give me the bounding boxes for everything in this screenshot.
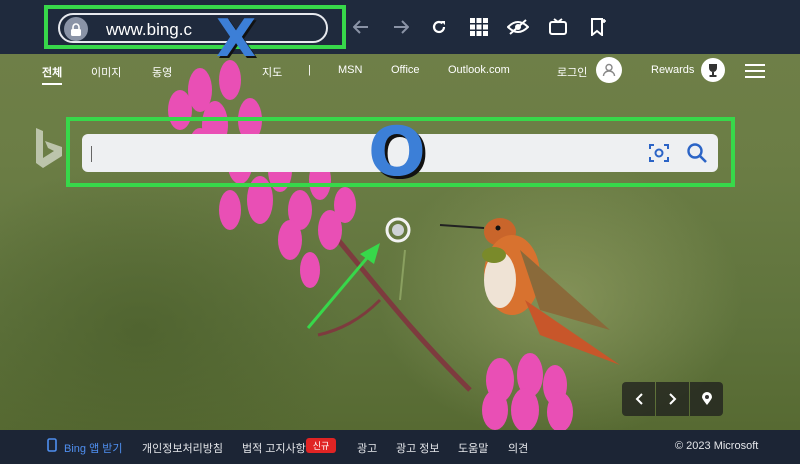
- footer-legal[interactable]: 법적 고지사항: [242, 440, 306, 456]
- visual-search-icon[interactable]: [648, 142, 670, 164]
- nav-divider: |: [308, 64, 311, 76]
- previous-image-icon[interactable]: [622, 382, 655, 416]
- next-image-icon[interactable]: [656, 382, 689, 416]
- nav-office[interactable]: Office: [391, 64, 420, 76]
- text-caret: [91, 146, 92, 162]
- bing-nav: 전체 이미지 동영 지도 | MSN Office Outlook.com 로그…: [0, 56, 800, 86]
- search-icon[interactable]: [686, 142, 708, 164]
- tv-icon[interactable]: [545, 14, 571, 40]
- apps-grid-icon[interactable]: [466, 14, 492, 40]
- bing-logo-icon: [34, 128, 64, 175]
- menu-icon[interactable]: [745, 64, 765, 78]
- lock-icon: [64, 17, 88, 41]
- phone-icon: [47, 438, 57, 457]
- hide-eye-icon[interactable]: [505, 14, 531, 40]
- back-icon[interactable]: [348, 14, 374, 40]
- refresh-icon[interactable]: [426, 14, 452, 40]
- footer-ad-info[interactable]: 광고 정보: [396, 440, 440, 456]
- rewards-link[interactable]: Rewards: [651, 64, 694, 76]
- nav-all[interactable]: 전체: [42, 64, 62, 80]
- nav-videos[interactable]: 동영: [152, 64, 172, 80]
- login-link[interactable]: 로그인: [557, 64, 587, 80]
- nav-active-indicator: [42, 83, 62, 85]
- url-bar-highlight: www.bing.c X: [44, 5, 346, 65]
- nav-maps[interactable]: 지도: [262, 64, 282, 80]
- copyright-text: © 2023 Microsoft: [675, 440, 759, 452]
- forward-icon[interactable]: [388, 14, 414, 40]
- nav-msn[interactable]: MSN: [338, 64, 362, 76]
- avatar-icon[interactable]: [596, 57, 622, 83]
- footer-ads[interactable]: 광고: [357, 440, 377, 456]
- nav-outlook[interactable]: Outlook.com: [448, 64, 510, 76]
- footer-help[interactable]: 도움말: [458, 440, 488, 456]
- url-text: www.bing.c: [106, 20, 192, 39]
- footer-feedback[interactable]: 의견: [508, 440, 528, 456]
- new-badge: 신규: [306, 438, 336, 453]
- bookmark-add-icon[interactable]: [585, 14, 611, 40]
- o-annotation: O: [368, 113, 426, 192]
- image-controls: [622, 382, 723, 416]
- nav-images[interactable]: 이미지: [91, 64, 121, 80]
- address-bar[interactable]: www.bing.c: [58, 13, 328, 43]
- get-bing-app-link[interactable]: Bing 앱 받기: [64, 440, 123, 456]
- rewards-trophy-icon[interactable]: [701, 58, 725, 82]
- footer-privacy[interactable]: 개인정보처리방침: [142, 440, 223, 456]
- location-pin-icon[interactable]: [690, 382, 723, 416]
